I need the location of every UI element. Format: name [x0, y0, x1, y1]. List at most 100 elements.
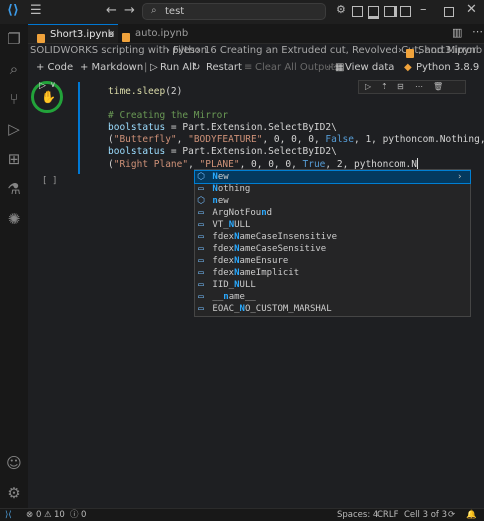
text-cursor — [416, 158, 418, 169]
sync-icon[interactable]: ⟳ — [448, 509, 455, 521]
tab-auto[interactable]: auto.ipynb — [120, 24, 190, 43]
view-data-button[interactable]: View data — [345, 59, 394, 76]
code-line[interactable]: # Creating the Mirror — [108, 110, 228, 122]
code-token: False — [325, 134, 354, 145]
add-markdown-cell-button[interactable]: + Markdown — [80, 59, 143, 76]
code-token: = Part.Extension.SelectByID2\ — [165, 122, 337, 133]
chevron-right-icon: › — [398, 45, 402, 56]
run-by-line-icon[interactable]: ▷ — [365, 81, 371, 93]
suggestion-label-pre: fdex — [212, 256, 235, 266]
code-token: "Butterfly" — [113, 134, 177, 145]
suggestion-item[interactable]: ▭ fdexNameImplicit — [195, 267, 470, 279]
forward-arrow-icon[interactable]: → — [124, 3, 135, 18]
suggestion-label-pre: IID_ — [212, 280, 235, 290]
testing-flask-icon[interactable]: ⚗ — [0, 180, 28, 198]
search-icon[interactable]: ⌕ — [0, 60, 28, 78]
explorer-icon[interactable]: ❐ — [0, 30, 28, 48]
remote-indicator-icon[interactable]: ⟩⟨ — [5, 509, 12, 521]
indentation-indicator[interactable]: Spaces: 4 — [337, 509, 378, 521]
breadcrumb-item[interactable]: Short3.ipynb — [418, 43, 482, 59]
variable-icon: ▭ — [198, 280, 204, 290]
cube-icon: ⬡ — [197, 196, 205, 206]
suggestion-label-pre: __ — [212, 292, 224, 302]
run-debug-icon[interactable]: ▷ — [0, 120, 28, 138]
suggestion-label-post: ew — [217, 172, 229, 182]
variable-icon: ▭ — [198, 268, 204, 278]
toggle-sidebar-icon[interactable] — [352, 6, 363, 17]
breadcrumb-item[interactable]: Files — [173, 43, 195, 59]
code-token: , 0, 0, 0, — [262, 134, 326, 145]
close-icon[interactable]: ✕ — [466, 2, 477, 17]
suggestion-item[interactable]: ⬡ new — [195, 195, 470, 207]
notebook-file-icon — [406, 47, 418, 59]
suggestion-item[interactable]: ▭ EOAC_NO_CUSTOM_MARSHAL — [195, 303, 470, 315]
error-icon: ⊗ — [26, 510, 34, 520]
suggestion-item[interactable]: ▭ Nothing — [195, 183, 470, 195]
split-editor-icon[interactable]: ▥ — [452, 26, 462, 39]
chevron-right-icon[interactable]: › — [457, 171, 462, 183]
suggestion-label-post: ameEnsure — [239, 256, 289, 266]
more-icon[interactable]: ⋯ — [415, 81, 423, 93]
info-count[interactable]: 0 — [81, 509, 86, 521]
kernel-selector[interactable]: Python 3.8.9 — [416, 59, 479, 76]
view-data-icon: ▦ — [335, 62, 345, 73]
customize-layout-icon[interactable] — [400, 6, 411, 17]
suggestion-label-post: ameImplicit — [239, 268, 300, 278]
chevron-down-icon[interactable]: ∨ — [50, 80, 56, 89]
tab-close-icon[interactable]: × — [107, 25, 115, 44]
variable-icon: ▭ — [198, 256, 204, 266]
suggestion-label-post: ULL — [239, 280, 256, 290]
vscode-logo-icon: ⟨⟩ — [7, 3, 19, 18]
toggle-secondary-sidebar-icon[interactable] — [384, 6, 397, 17]
settings-gear-icon[interactable]: ⚙ — [0, 484, 28, 502]
suggestion-label-post: ame__ — [228, 292, 256, 302]
code-line[interactable]: ("Butterfly", "BODYFEATURE", 0, 0, 0, Fa… — [108, 134, 484, 146]
notifications-bell-icon[interactable]: 🔔 — [466, 509, 477, 521]
warning-count[interactable]: 10 — [54, 509, 65, 521]
menu-icon[interactable]: ☰ — [30, 3, 42, 18]
suggestion-label-pre: fdex — [212, 244, 235, 254]
error-count[interactable]: 0 — [36, 509, 41, 521]
variable-icon: ▭ — [198, 244, 204, 254]
line-ending-indicator[interactable]: CRLF — [377, 509, 398, 521]
suggestion-item[interactable]: ▭ fdexNameCaseSensitive — [195, 243, 470, 255]
maximize-icon[interactable] — [444, 7, 454, 17]
back-arrow-icon[interactable]: ← — [106, 3, 117, 18]
add-code-cell-button[interactable]: + Code — [36, 59, 73, 76]
cell-indicator[interactable]: Cell 3 of 3 — [404, 509, 447, 521]
suggestion-item[interactable]: ▭ __name__ — [195, 291, 470, 303]
source-control-icon[interactable]: ⑂ — [0, 90, 28, 108]
divider: | — [144, 62, 148, 73]
suggestion-item[interactable]: ⬡ New › — [194, 170, 471, 184]
kernel-icon: ◆ — [404, 62, 412, 73]
code-line[interactable]: boolstatus = Part.Extension.SelectByID2\ — [108, 146, 337, 158]
toggle-panel-icon[interactable] — [368, 6, 379, 19]
code-token: (2) — [165, 86, 183, 97]
account-icon[interactable]: ☺ — [0, 454, 28, 472]
suggestion-item[interactable]: ▭ IID_NULL — [195, 279, 470, 291]
code-token: = Part.Extension.SelectByID2\ — [165, 146, 337, 157]
suggestion-label-pre: ArgNotFou — [212, 208, 262, 218]
suggestion-item[interactable]: ▭ fdexNameEnsure — [195, 255, 470, 267]
more-actions-icon[interactable]: ⋯ — [472, 25, 483, 38]
suggestion-item[interactable]: ▭ fdexNameCaseInsensitive — [195, 231, 470, 243]
suggestion-item[interactable]: ▭ VT_NULL — [195, 219, 470, 231]
suggestion-label-post: O_CUSTOM_MARSHAL — [244, 304, 332, 314]
minimize-icon[interactable]: – — [420, 2, 427, 17]
delete-cell-icon[interactable]: 🗑 — [433, 81, 443, 93]
search-icon: ⌕ — [151, 5, 157, 16]
jupyter-icon[interactable]: ✺ — [0, 210, 28, 228]
code-line[interactable]: boolstatus = Part.Extension.SelectByID2\ — [108, 122, 337, 134]
autocomplete-suggestions: ⬡ New › ▭ Nothing ⬡ new ▭ ArgNotFound ▭ V… — [194, 169, 471, 317]
restart-button[interactable]: Restart — [206, 59, 242, 76]
split-cell-icon[interactable]: ⊟ — [397, 81, 404, 93]
run-all-button[interactable]: Run All — [160, 59, 195, 76]
accounts-gear-icon[interactable]: ⚙ — [336, 3, 346, 16]
code-line[interactable]: time.sleep(2) — [108, 86, 182, 98]
variable-icon: ▭ — [198, 184, 204, 194]
execute-above-icon[interactable]: ⇡ — [381, 81, 388, 93]
tab-short3[interactable]: Short3.ipynb × — [28, 24, 118, 43]
suggestion-item[interactable]: ▭ ArgNotFound — [195, 207, 470, 219]
command-center-search[interactable]: ⌕ test — [142, 3, 326, 20]
extensions-icon[interactable]: ⊞ — [0, 150, 28, 168]
